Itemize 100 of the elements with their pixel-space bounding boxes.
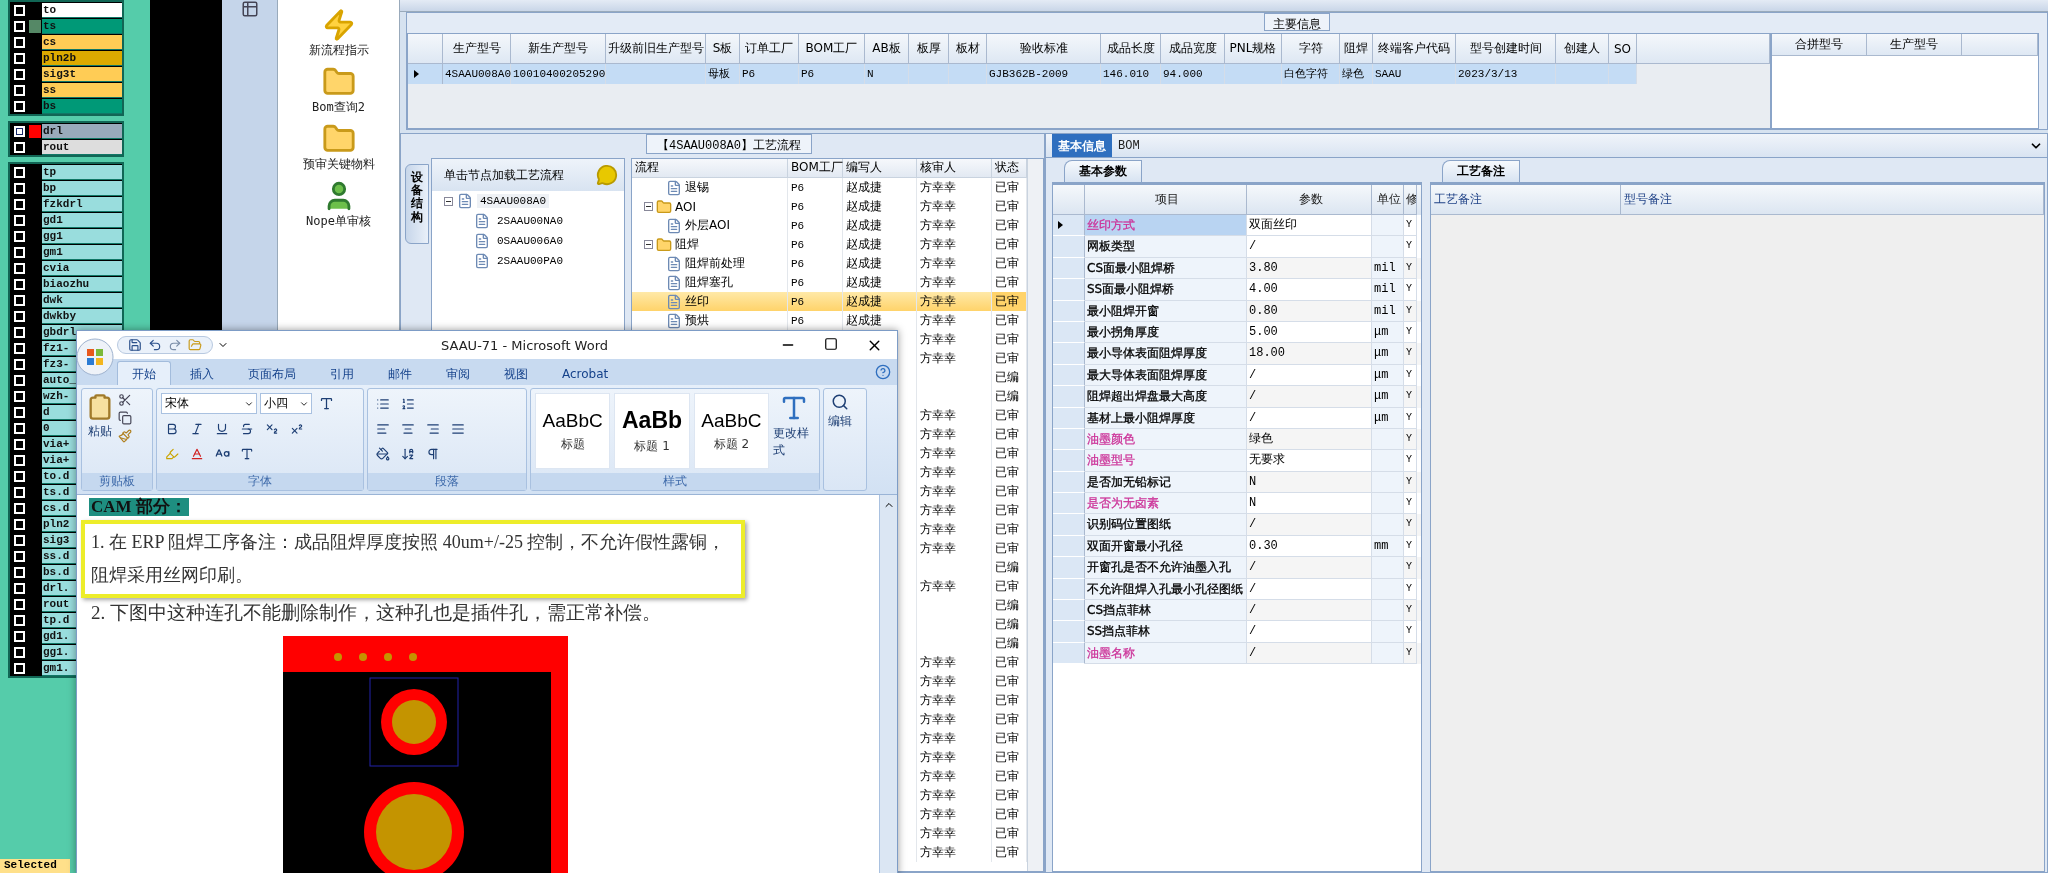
layer-name[interactable]: rout	[42, 139, 122, 155]
layer-checkbox[interactable]	[13, 141, 25, 153]
ribbon-tab[interactable]: 审阅	[431, 361, 485, 385]
layer-name[interactable]: auto_	[42, 372, 76, 388]
layer-name[interactable]: tp.d	[42, 612, 76, 628]
launcher-item[interactable]: 新流程指示	[308, 8, 369, 59]
layer-name[interactable]: via+	[42, 436, 76, 452]
tab[interactable]: 基本参数	[1064, 160, 1142, 182]
layer-checkbox[interactable]	[13, 534, 25, 546]
layer-name[interactable]: fz1-	[42, 340, 76, 356]
layer-checkbox[interactable]	[13, 550, 25, 562]
layer-name[interactable]: dwk	[42, 292, 122, 308]
collapse-icon[interactable]	[644, 202, 653, 211]
launcher-item[interactable]: 预审关键物料	[302, 122, 375, 173]
layer-name[interactable]: to	[42, 2, 122, 18]
ribbon-tab[interactable]: 插入	[175, 361, 229, 385]
style-option[interactable]: AaBb 标题 1	[614, 393, 690, 469]
maximize-icon[interactable]	[824, 336, 838, 351]
layer-checkbox[interactable]	[13, 4, 25, 16]
layer-name[interactable]: ts.d	[42, 484, 76, 500]
tab[interactable]: 基本信息	[1052, 134, 1112, 157]
scrollbar[interactable]	[1027, 159, 1043, 871]
layer-checkbox[interactable]	[13, 52, 25, 64]
layer-name[interactable]: to.d	[42, 468, 76, 484]
layer-checkbox[interactable]	[13, 230, 25, 242]
layer-checkbox[interactable]	[13, 358, 25, 370]
layer-checkbox[interactable]	[13, 166, 25, 178]
layer-name[interactable]: bs	[42, 98, 122, 114]
layer-checkbox[interactable]	[13, 422, 25, 434]
layer-checkbox[interactable]	[13, 278, 25, 290]
layer-checkbox[interactable]	[13, 182, 25, 194]
layer-checkbox[interactable]	[13, 374, 25, 386]
layer-name[interactable]: gd1	[42, 212, 122, 228]
collapse-icon[interactable]	[444, 196, 453, 206]
layer-name[interactable]: biaozhu	[42, 276, 122, 292]
collapse-icon[interactable]	[644, 240, 653, 249]
layer-checkbox[interactable]	[13, 326, 25, 338]
process-row[interactable]: AOI P6 赵成捷 方幸幸 已审	[632, 197, 1027, 216]
layer-name[interactable]: fzkdrl	[42, 196, 122, 212]
layer-checkbox[interactable]	[13, 582, 25, 594]
layer-checkbox[interactable]	[13, 262, 25, 274]
layer-name[interactable]: cvia	[42, 260, 122, 276]
layer-checkbox[interactable]	[13, 246, 25, 258]
ribbon-tab[interactable]: 页面布局	[233, 361, 311, 385]
layer-checkbox[interactable]	[13, 406, 25, 418]
layer-name[interactable]: bp	[42, 180, 122, 196]
layer-name[interactable]: ts	[42, 18, 122, 34]
table-row[interactable]: 油墨颜色 绿色 Y	[1053, 428, 1421, 451]
layer-checkbox[interactable]	[13, 214, 25, 226]
style-option[interactable]: AaBbC 标题 2	[693, 393, 770, 469]
change-styles-button[interactable]: 更改样式	[773, 393, 815, 469]
layer-name[interactable]: ss.d	[42, 548, 76, 564]
tree-node[interactable]: 2SAAU00PA0	[494, 254, 566, 268]
layer-name[interactable]: sig3t	[42, 66, 122, 82]
side-tab[interactable]: 设备结构	[405, 164, 429, 244]
launcher-item[interactable]: Bom查询2	[312, 65, 365, 116]
layer-checkbox[interactable]	[13, 310, 25, 322]
layer-checkbox[interactable]	[13, 614, 25, 626]
ribbon-tab[interactable]: Acrobat	[547, 361, 624, 385]
table-row[interactable]: 开窗孔是否不允许油墨入孔 / Y	[1053, 557, 1421, 579]
layer-checkbox[interactable]	[13, 454, 25, 466]
layer-checkbox[interactable]	[13, 100, 25, 112]
layer-name[interactable]: sig3	[42, 532, 76, 548]
layer-checkbox[interactable]	[13, 68, 25, 80]
table-row[interactable]: 油墨名称 / Y	[1053, 642, 1421, 665]
layer-name[interactable]: wzh-	[42, 388, 76, 404]
layer-name[interactable]: tp	[42, 164, 122, 180]
tree-node[interactable]: 4SAAU008A0	[477, 194, 549, 208]
layer-name[interactable]: dwkby	[42, 308, 122, 324]
layer-name[interactable]: d	[42, 404, 76, 420]
ribbon-tab[interactable]: 邮件	[373, 361, 427, 385]
layer-name[interactable]: gm1	[42, 244, 122, 260]
ribbon-tab[interactable]: 引用	[315, 361, 369, 385]
layer-checkbox[interactable]	[13, 198, 25, 210]
copy-icon[interactable]	[118, 411, 132, 425]
paste-button[interactable]: 粘贴	[86, 393, 114, 469]
layer-name[interactable]: drl.	[42, 580, 76, 596]
layer-checkbox[interactable]	[13, 36, 25, 48]
layer-name[interactable]: gg1	[42, 228, 122, 244]
layer-checkbox[interactable]	[13, 470, 25, 482]
layer-name[interactable]: gd1.	[42, 628, 76, 644]
layer-checkbox[interactable]	[13, 390, 25, 402]
layer-name[interactable]: gg1.	[42, 644, 76, 660]
layer-checkbox[interactable]	[13, 598, 25, 610]
layer-checkbox[interactable]	[13, 518, 25, 530]
font-size-field[interactable]: 小四	[260, 393, 312, 414]
tab[interactable]: BOM	[1112, 134, 1146, 157]
table-row[interactable]: 最小阻焊开窗 0.80 mil Y	[1053, 300, 1421, 322]
tree-node[interactable]: 0SAAU006A0	[494, 234, 566, 248]
layer-checkbox[interactable]	[13, 84, 25, 96]
layer-checkbox[interactable]	[13, 646, 25, 658]
layer-checkbox[interactable]	[13, 566, 25, 578]
layer-checkbox[interactable]	[13, 438, 25, 450]
table-row[interactable]: 最小导体表面阻焊厚度 18.00 μm Y	[1053, 343, 1421, 365]
layer-checkbox[interactable]	[13, 20, 25, 32]
layer-checkbox[interactable]	[13, 502, 25, 514]
layer-name[interactable]: drl	[42, 123, 122, 139]
table-icon[interactable]	[240, 0, 259, 18]
table-row[interactable]: 识别码位置图纸 / Y	[1053, 514, 1421, 536]
table-row[interactable]: 阻焊超出焊盘最大高度 / μm Y	[1053, 386, 1421, 408]
